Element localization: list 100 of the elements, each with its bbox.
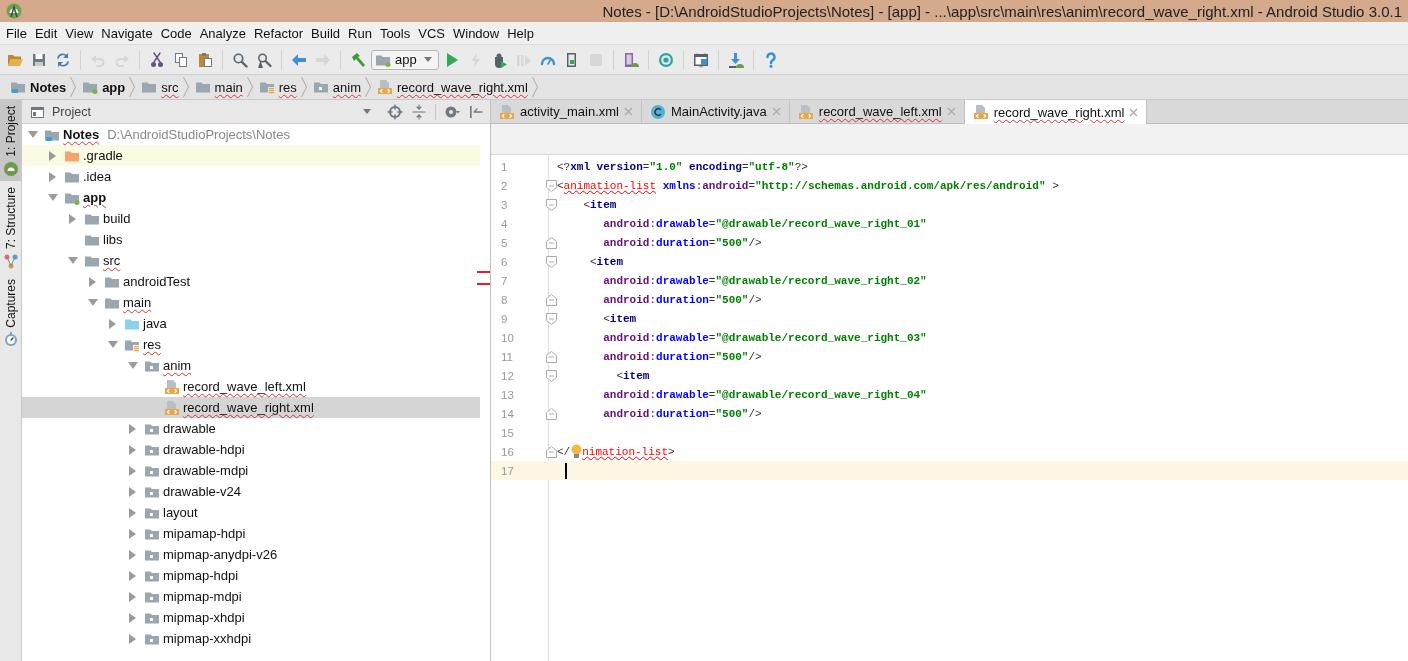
tree-item[interactable]: mipmap-xxhdpi [22,628,480,649]
close-icon[interactable] [623,107,633,116]
tree-item[interactable]: java [22,313,480,334]
breadcrumb-item[interactable]: main [190,79,247,95]
device-icon[interactable] [622,51,639,68]
expanded-arrow-icon[interactable] [48,192,58,203]
collapse-all-icon[interactable] [411,103,427,120]
collapsed-arrow-icon[interactable] [48,171,58,182]
close-icon[interactable] [1129,107,1139,117]
fold-start-icon[interactable] [546,198,557,211]
tree-item[interactable]: drawable [22,418,480,439]
fold-end-icon[interactable] [546,350,557,363]
search-icon[interactable] [232,51,248,68]
tree-item[interactable]: Notes D:\AndroidStudioProjects\Notes [22,124,480,145]
collapsed-arrow-icon[interactable] [48,150,58,161]
expanded-arrow-icon[interactable] [28,129,38,140]
tree-item[interactable]: mipmap-anydpi-v26 [22,544,480,565]
menu-item[interactable]: Navigate [97,23,157,43]
editor-tab[interactable]: record_wave_right.xml [964,100,1148,124]
menu-item[interactable]: Help [503,23,538,43]
sync-icon[interactable] [55,51,71,68]
save-icon[interactable] [31,51,47,68]
tool-window-tab[interactable]: 1: Project [0,100,21,181]
expanded-arrow-icon[interactable] [128,360,138,371]
tree-item[interactable]: androidTest [22,271,480,292]
fold-start-icon[interactable] [546,312,557,325]
editor-tab[interactable]: activity_main.xml [491,100,642,123]
expanded-arrow-icon[interactable] [68,255,78,266]
fold-start-icon[interactable] [546,255,557,268]
tree-item[interactable]: anim [22,355,480,376]
crosshair-icon[interactable] [387,103,403,120]
collapsed-arrow-icon[interactable] [128,486,138,497]
close-icon[interactable] [771,107,781,116]
fold-start-icon[interactable] [546,369,557,382]
fold-end-icon[interactable] [546,293,557,306]
collapsed-arrow-icon[interactable] [128,570,138,581]
tree-item[interactable]: src [22,250,480,271]
tool-window-tab[interactable]: 7: Structure [0,180,21,273]
scissors-icon[interactable] [149,51,165,68]
breadcrumb-item[interactable]: app [78,79,130,95]
expanded-arrow-icon[interactable] [88,297,98,308]
hide-panel-icon[interactable] [468,103,484,120]
close-icon[interactable] [946,107,956,116]
editor-tab[interactable]: MainActivity.java [641,100,790,123]
window-icon[interactable] [692,51,709,68]
tree-item[interactable]: mipamap-hdpi [22,523,480,544]
replace-icon[interactable] [256,51,272,68]
menu-item[interactable]: Code [156,23,196,43]
tree-item[interactable]: record_wave_left.xml [22,376,480,397]
tree-item[interactable]: mipmap-xhdpi [22,607,480,628]
fold-end-icon[interactable] [546,445,557,458]
breadcrumb-item[interactable]: Notes [6,79,71,95]
menu-item[interactable]: Tools [375,23,415,43]
tree-item[interactable]: .gradle [22,145,480,166]
menu-item[interactable]: Window [448,23,504,43]
tree-item[interactable]: app [22,187,480,208]
copy-icon[interactable] [173,51,189,68]
hammer-icon[interactable] [350,51,366,68]
editor-tab[interactable]: record_wave_left.xml [789,100,965,123]
collapsed-arrow-icon[interactable] [128,633,138,644]
tool-window-tab[interactable]: Captures [0,272,21,352]
lightbulb-icon[interactable] [570,443,582,460]
menu-item[interactable]: File [2,23,31,43]
tree-item[interactable]: mipmap-hdpi [22,565,480,586]
collapsed-arrow-icon[interactable] [128,612,138,623]
collapsed-arrow-icon[interactable] [88,276,98,287]
breadcrumb-item[interactable]: src [137,79,183,95]
collapsed-arrow-icon[interactable] [128,528,138,539]
tree-item[interactable]: record_wave_right.xml [22,397,480,418]
menu-item[interactable]: View [61,23,98,43]
tree-item[interactable]: drawable-v24 [22,481,480,502]
breadcrumb-item[interactable]: record_wave_right.xml [373,79,532,95]
tree-item[interactable]: build [22,208,480,229]
collapsed-arrow-icon[interactable] [128,444,138,455]
menu-item[interactable]: VCS [414,23,449,43]
run-configuration-dropdown[interactable]: app [371,49,439,70]
tree-item[interactable]: .idea [22,166,480,187]
collapsed-arrow-icon[interactable] [128,423,138,434]
tree-item[interactable]: main [22,292,480,313]
collapsed-arrow-icon[interactable] [128,465,138,476]
sdk-icon[interactable] [657,51,674,68]
collapsed-arrow-icon[interactable] [128,549,138,560]
tree-item[interactable]: res [22,334,480,355]
expanded-arrow-icon[interactable] [108,339,118,350]
tree-item[interactable]: drawable-mdpi [22,460,480,481]
fold-end-icon[interactable] [546,236,557,249]
menu-item[interactable]: Build [307,23,344,43]
view-dropdown[interactable]: Project [52,104,381,119]
fold-start-icon[interactable] [546,179,557,192]
tree-item[interactable]: layout [22,502,480,523]
collapsed-arrow-icon[interactable] [128,591,138,602]
fold-end-icon[interactable] [546,407,557,420]
collapsed-arrow-icon[interactable] [128,507,138,518]
menu-item[interactable]: Refactor [249,23,308,43]
download-icon[interactable] [727,51,744,68]
menu-item[interactable]: Edit [30,23,62,43]
menu-item[interactable]: Run [344,23,376,43]
collapsed-arrow-icon[interactable] [68,213,78,224]
breadcrumb-item[interactable]: res [254,79,301,95]
tree-item[interactable]: mipmap-mdpi [22,586,480,607]
